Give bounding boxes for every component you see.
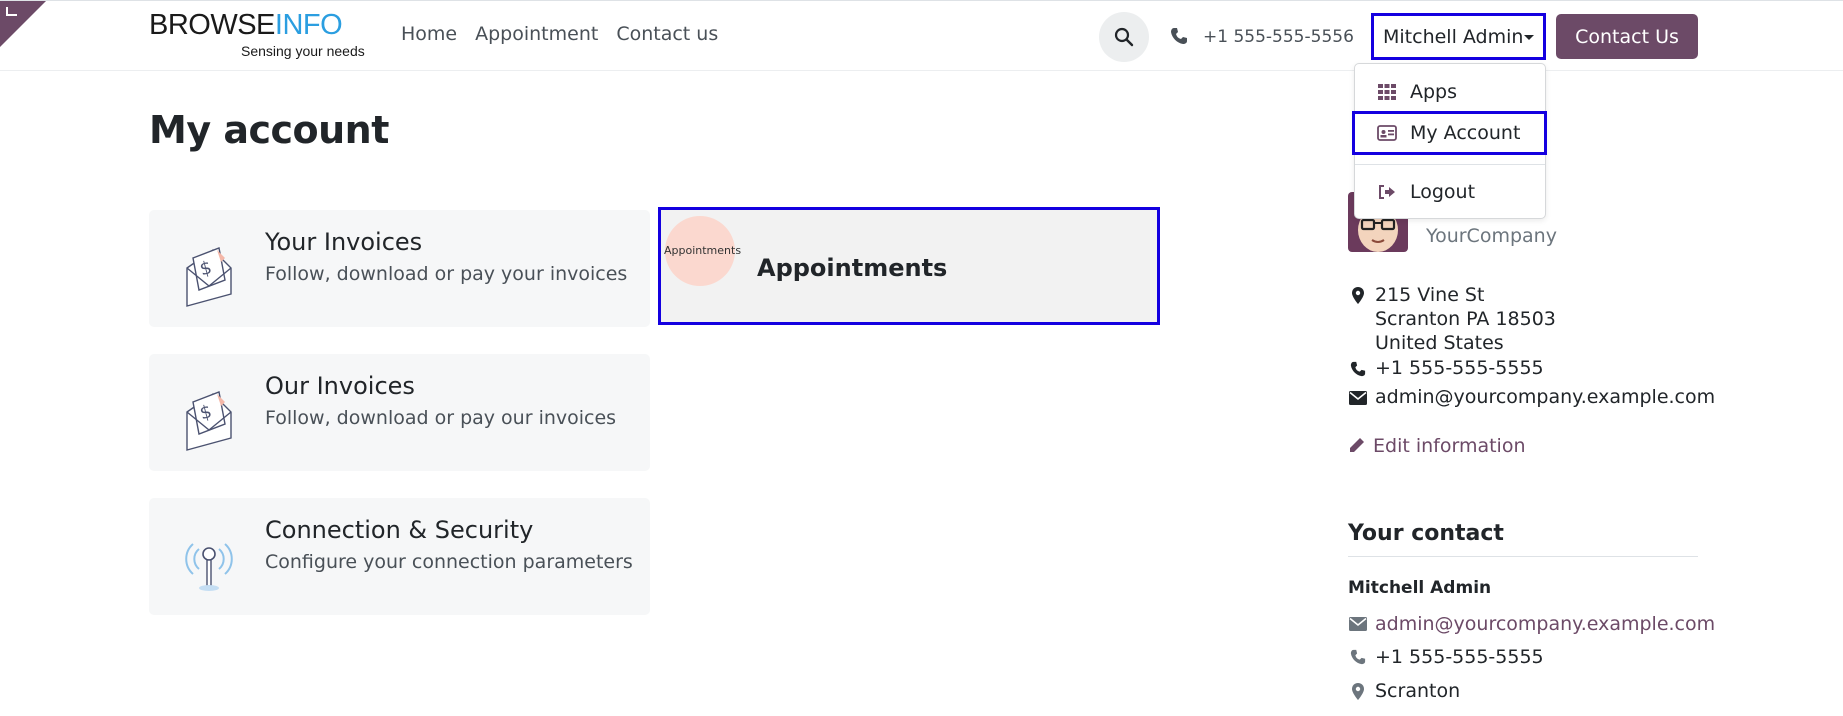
appointments-image-alt: Appointments — [664, 244, 742, 257]
dropdown-label-logout: Logout — [1410, 181, 1476, 203]
card-title: Your Invoices — [265, 228, 423, 256]
contact-name: Mitchell Admin — [1348, 578, 1492, 598]
contact-email-value: admin@yourcompany.example.com — [1375, 613, 1716, 635]
user-dropdown-menu: Apps My Account Logout — [1352, 63, 1547, 219]
user-menu-label: Mitchell Admin — [1383, 25, 1524, 48]
page-title: My account — [149, 108, 389, 152]
antenna-icon — [185, 543, 233, 591]
search-button[interactable] — [1099, 12, 1149, 62]
contact-phone-value: +1 555-555-5555 — [1375, 646, 1544, 668]
id-card-icon — [1377, 124, 1397, 142]
contact-city: Scranton — [1349, 680, 1460, 702]
card-title: Connection & Security — [265, 516, 534, 544]
caret-down-icon — [1524, 35, 1534, 40]
logo-text-blue: INFO — [274, 9, 343, 41]
search-icon — [1114, 27, 1134, 47]
divider — [1348, 556, 1698, 557]
header-phone[interactable]: +1 555-555-5556 — [1203, 27, 1354, 47]
address-line: 215 Vine St — [1375, 284, 1485, 306]
dropdown-item-logout[interactable]: Logout — [1355, 172, 1545, 212]
top-navbar: BROWSEINFO Sensing your needs Home Appoi… — [0, 0, 1843, 71]
envelope-icon — [1349, 615, 1367, 633]
card-appointments[interactable]: Appointments Appointments — [658, 207, 1160, 325]
dropdown-divider — [1355, 164, 1545, 165]
profile-address: 215 Vine St Scranton PA 18503 United Sta… — [1349, 283, 1556, 355]
browseinfo-logo[interactable]: BROWSEINFO Sensing your needs — [149, 9, 365, 63]
corner-arrow-icon — [6, 7, 17, 16]
logo-tagline: Sensing your needs — [241, 43, 365, 59]
logo-text-dark: BROWSE — [149, 9, 275, 41]
contact-city-value: Scranton — [1375, 680, 1461, 702]
your-contact-heading: Your contact — [1348, 521, 1504, 546]
edit-information-label: Edit information — [1373, 435, 1526, 457]
dropdown-label-my-account: My Account — [1410, 122, 1521, 144]
contact-us-button[interactable]: Contact Us — [1556, 14, 1698, 59]
dropdown-label-apps: Apps — [1410, 81, 1458, 103]
map-marker-icon — [1349, 285, 1367, 305]
card-connection-security[interactable]: Connection & Security Configure your con… — [149, 498, 650, 615]
nav-contact-us[interactable]: Contact us — [607, 23, 727, 45]
card-title: Our Invoices — [265, 372, 415, 400]
dropdown-item-apps[interactable]: Apps — [1355, 72, 1545, 112]
nav-appointment[interactable]: Appointment — [466, 23, 607, 45]
edit-information-link[interactable]: Edit information — [1349, 435, 1526, 457]
pencil-icon — [1349, 437, 1367, 455]
main-nav: Home Appointment Contact us — [392, 23, 727, 45]
card-description: Configure your connection parameters — [265, 551, 633, 573]
profile-company: YourCompany — [1426, 225, 1557, 247]
phone-icon — [1349, 648, 1367, 666]
profile-phone: +1 555-555-5555 — [1349, 357, 1544, 379]
profile-phone-value: +1 555-555-5555 — [1375, 357, 1544, 379]
phone-icon — [1349, 359, 1367, 379]
card-description: Follow, download or pay your invoices — [265, 263, 628, 285]
contact-phone: +1 555-555-5555 — [1349, 646, 1544, 668]
logo-wordmark: BROWSEINFO — [149, 9, 343, 42]
profile-email-value: admin@yourcompany.example.com — [1375, 386, 1716, 408]
invoice-envelope-icon: $ — [186, 391, 232, 451]
card-title: Appointments — [757, 254, 948, 282]
phone-icon — [1171, 28, 1187, 44]
profile-email: admin@yourcompany.example.com — [1349, 386, 1715, 408]
user-menu-toggle[interactable]: Mitchell Admin — [1371, 13, 1546, 60]
grid-icon — [1377, 83, 1397, 101]
address-line: Scranton PA 18503 — [1375, 308, 1556, 330]
card-our-invoices[interactable]: $ Our Invoices Follow, download or pay o… — [149, 354, 650, 471]
invoice-envelope-icon: $ — [186, 247, 232, 307]
card-your-invoices[interactable]: $ Your Invoices Follow, download or pay … — [149, 210, 650, 327]
nav-home[interactable]: Home — [392, 23, 466, 45]
dropdown-item-my-account[interactable]: My Account — [1352, 111, 1547, 155]
envelope-icon — [1349, 388, 1367, 408]
contact-email-link[interactable]: admin@yourcompany.example.com — [1349, 613, 1715, 635]
address-line: United States — [1375, 332, 1504, 354]
card-description: Follow, download or pay our invoices — [265, 407, 617, 429]
map-marker-icon — [1349, 682, 1367, 700]
sign-out-icon — [1377, 183, 1397, 201]
